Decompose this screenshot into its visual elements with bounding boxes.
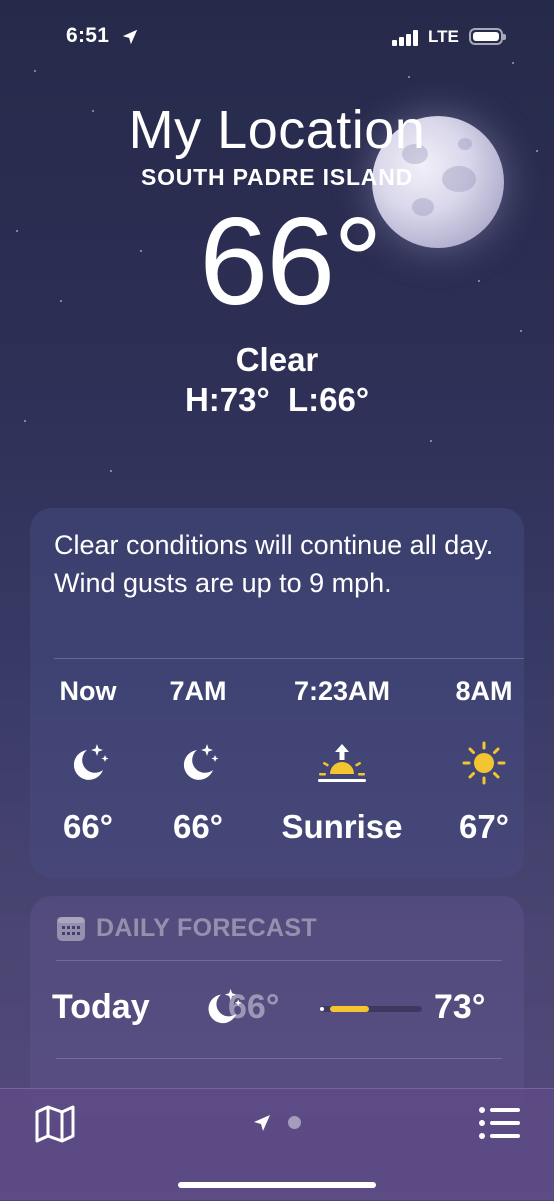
location-title: My Location [128,100,426,160]
place-name: SOUTH PADRE ISLAND [140,164,414,190]
hour-value: 67° [459,808,509,845]
hour-item: 7:23AM Sunrise [266,676,418,846]
network-type: LTE [428,27,459,46]
page-indicator-dot[interactable] [288,1116,301,1129]
hour-item: 8AM 67° [440,676,528,846]
status-bar: 6:51 LTE [0,22,554,54]
battery-icon [469,28,506,45]
location-arrow-icon [122,29,138,45]
temperature-range-fill [330,1006,369,1012]
current-condition: Clear [235,341,319,378]
status-time: 6:51 [66,24,110,47]
weather-header: My Location SOUTH PADRE ISLAND 66° Clear… [0,98,554,419]
location-arrow-icon[interactable] [252,1113,272,1133]
hour-item: Now 66° [44,676,132,846]
hour-time: 7:23AM [293,676,391,706]
day-low-temp: 66° [228,988,280,1026]
hour-time: 7AM [169,676,227,706]
hourly-forecast-card[interactable]: Clear conditions will continue all day. … [30,508,524,878]
forecast-summary: Clear conditions will continue all day. … [54,530,494,598]
list-icon[interactable] [478,1106,520,1140]
bottom-toolbar [0,1088,554,1201]
day-name: Today [52,988,150,1026]
temperature-range-bar [320,1006,422,1012]
moon-stars-icon [73,744,109,780]
current-temp-dot [320,1007,324,1011]
daily-forecast-title: DAILY FORECAST [96,914,317,942]
calendar-icon [57,916,85,941]
cellular-signal-icon [392,30,420,46]
home-indicator[interactable] [178,1182,376,1188]
day-high-temp: 73° [434,988,486,1026]
hour-item: 7AM 66° [154,676,242,846]
daily-forecast-card[interactable]: DAILY FORECAST Today 66° 73° [30,896,524,1116]
current-temperature: 66° [199,193,383,331]
divider [56,960,502,961]
sun-icon [462,741,506,785]
daily-forecast-header: DAILY FORECAST [56,914,317,943]
hour-time: 8AM [455,676,513,706]
high-low: H:73° L:66° [184,381,370,418]
hour-value: Sunrise [281,808,403,845]
sunrise-icon [318,744,366,782]
moon-stars-icon [183,744,219,780]
hour-value: 66° [173,808,223,845]
map-icon[interactable] [34,1104,76,1144]
hour-time: Now [59,676,117,706]
divider [56,1058,502,1059]
divider [54,658,524,659]
hour-value: 66° [63,808,113,845]
daily-row-today[interactable]: Today 66° 73° [52,984,512,1034]
